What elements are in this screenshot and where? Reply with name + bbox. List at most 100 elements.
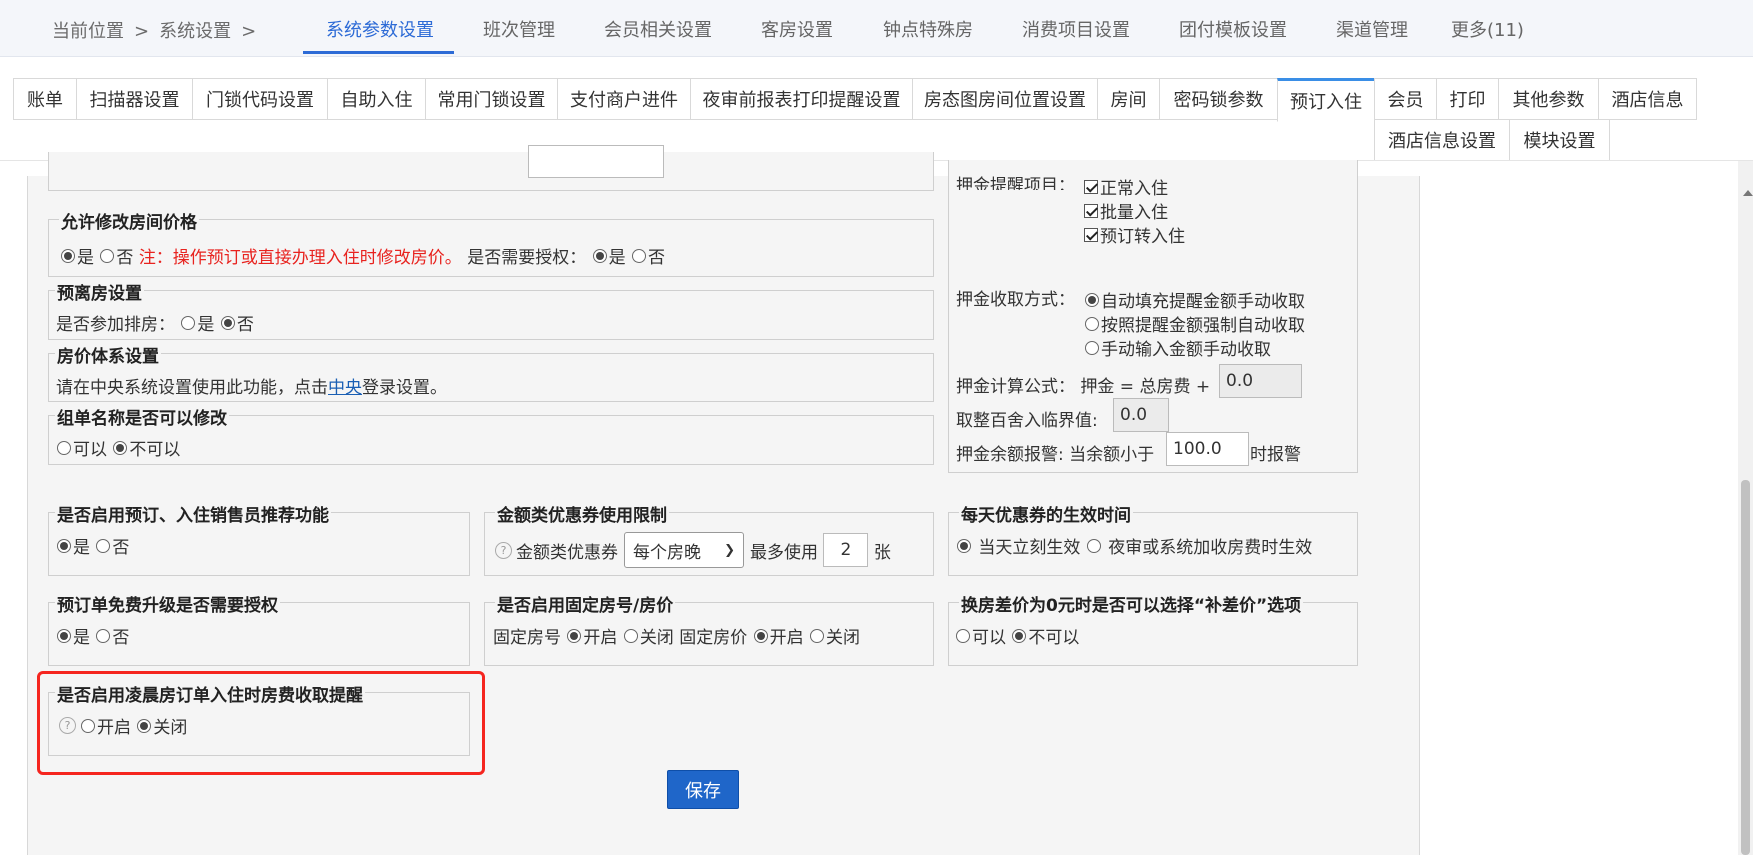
- pre-checkout-yes-radio[interactable]: [181, 315, 196, 330]
- scrolled-input[interactable]: [528, 145, 664, 178]
- help-icon[interactable]: ?: [495, 541, 512, 559]
- topnav-system-params[interactable]: 系统参数设置: [326, 16, 434, 42]
- tab-hotel-info-settings[interactable]: 酒店信息设置: [1374, 119, 1510, 161]
- pre-checkout-label: 是否参加排房：: [56, 315, 175, 335]
- coupon-limit-title: 金额类优惠券使用限制: [495, 501, 669, 526]
- price-edit-no-label: 否: [116, 248, 134, 268]
- deposit-method-auto-fill-radio[interactable]: [1085, 292, 1099, 307]
- price-edit-note: 注：操作预订或直接办理入住时修改房价。: [138, 248, 462, 268]
- deposit-method-force-label: 按照提醒金额强制自动收取: [1101, 316, 1305, 336]
- upgrade-auth-no-radio[interactable]: [96, 628, 111, 643]
- price-auth-no-radio[interactable]: [632, 248, 647, 263]
- topnav-shifts[interactable]: 班次管理: [483, 16, 555, 42]
- group-name-no-radio[interactable]: [113, 440, 128, 455]
- breadcrumb-system-settings[interactable]: 系统设置: [159, 21, 231, 42]
- pre-checkout-yes-label: 是: [197, 315, 215, 335]
- upgrade-auth-title: 预订单免费升级是否需要授权: [55, 591, 280, 616]
- salesman-title: 是否启用预订、入住销售员推荐功能: [55, 501, 331, 526]
- tab-room-map-position[interactable]: 房态图房间位置设置: [912, 78, 1098, 120]
- top-bar: 当前位置 > 系统设置 > 系统参数设置 班次管理 会员相关设置 客房设置 钟点特殊房…: [0, 0, 1753, 57]
- tab-payment-merchant[interactable]: 支付商户进件: [557, 78, 691, 120]
- balance-alert-input[interactable]: 100.0: [1166, 432, 1249, 466]
- active-nav-underline: [303, 51, 454, 54]
- tab-bill[interactable]: 账单: [13, 78, 77, 120]
- fixed-room-label: 固定房号: [493, 628, 561, 648]
- fixed-price-on-radio[interactable]: [753, 628, 768, 643]
- topnav-member-settings[interactable]: 会员相关设置: [604, 16, 712, 42]
- tab-self-checkin[interactable]: 自助入住: [327, 78, 426, 120]
- pre-checkout-no-radio[interactable]: [220, 315, 235, 330]
- topnav-more[interactable]: 更多(11): [1451, 16, 1524, 42]
- deposit-item-batch-label: 批量入住: [1100, 203, 1168, 223]
- scrolled-setting-box: [48, 152, 934, 191]
- balance-alert-row: 押金余额报警: 当余额小于: [956, 440, 1154, 465]
- deposit-formula-row: 押金计算公式： 押金 = 总房费 +: [956, 372, 1210, 397]
- topnav-room-settings[interactable]: 客房设置: [761, 16, 833, 42]
- zero-diff-yes-label: 可以: [972, 628, 1006, 648]
- round-threshold-input[interactable]: 0.0: [1113, 398, 1169, 432]
- coupon-period-select[interactable]: 每个房晚 ❯: [624, 532, 744, 568]
- fixed-room-on-radio[interactable]: [567, 628, 582, 643]
- balance-alert-after: 时报警: [1250, 445, 1301, 465]
- price-auth-yes-radio[interactable]: [592, 248, 607, 263]
- save-button[interactable]: 保存: [667, 770, 739, 809]
- daily-coupon-night-audit-radio[interactable]: [1086, 538, 1101, 553]
- breadcrumb-separator: >: [241, 21, 257, 42]
- topnav-channels[interactable]: 渠道管理: [1336, 16, 1408, 42]
- scrollbar-thumb[interactable]: [1741, 480, 1750, 855]
- fixed-room-title: 是否启用固定房号/房价: [495, 591, 676, 616]
- tab-rooms[interactable]: 房间: [1097, 78, 1160, 120]
- tab-module-settings[interactable]: 模块设置: [1509, 119, 1610, 161]
- daily-coupon-immediate-radio[interactable]: [957, 538, 971, 553]
- pre-checkout-row: 是否参加排房： 是 否: [56, 310, 254, 335]
- salesman-yes-label: 是: [73, 538, 90, 558]
- deposit-item-normal-checkbox[interactable]: [1084, 179, 1098, 194]
- price-edit-yes-label: 是: [77, 248, 94, 268]
- upgrade-auth-no-label: 否: [112, 628, 130, 648]
- deposit-method-label: 押金收取方式：: [956, 290, 1075, 310]
- fixed-room-off-label: 关闭: [639, 628, 674, 648]
- tab-hotel-info[interactable]: 酒店信息: [1598, 78, 1697, 120]
- fixed-room-on-label: 开启: [583, 628, 618, 648]
- salesman-yes-radio[interactable]: [57, 538, 71, 553]
- deposit-method-manual-label: 手动输入金额手动收取: [1101, 340, 1271, 360]
- fixed-room-off-radio[interactable]: [623, 628, 638, 643]
- price-edit-no-radio[interactable]: [100, 248, 115, 263]
- coupon-max-input[interactable]: 2: [823, 533, 869, 567]
- tab-other-params[interactable]: 其他参数: [1498, 78, 1599, 120]
- balance-alert-label: 押金余额报警:: [956, 445, 1064, 465]
- salesman-no-radio[interactable]: [96, 538, 111, 553]
- daily-coupon-immediate-label: 当天立刻生效: [978, 538, 1081, 558]
- tab-night-audit-print[interactable]: 夜审前报表打印提醒设置: [690, 78, 913, 120]
- tab-member[interactable]: 会员: [1374, 78, 1437, 120]
- tab-print[interactable]: 打印: [1436, 78, 1499, 120]
- price-edit-yes-radio[interactable]: [61, 248, 75, 263]
- topnav-hourly-rooms[interactable]: 钟点特殊房: [883, 16, 973, 42]
- zero-diff-no-radio[interactable]: [1012, 628, 1027, 643]
- deposit-item-booking: 预订转入住: [1084, 222, 1185, 247]
- tab-password-lock[interactable]: 密码锁参数: [1159, 78, 1278, 120]
- tab-lock-code[interactable]: 门锁代码设置: [192, 78, 328, 120]
- tab-scanner[interactable]: 扫描器设置: [76, 78, 193, 120]
- deposit-method-force-radio[interactable]: [1085, 316, 1099, 331]
- deposit-item-batch: 批量入住: [1084, 198, 1168, 223]
- tab-common-locks[interactable]: 常用门锁设置: [425, 78, 558, 120]
- group-name-box: 组单名称是否可以修改: [48, 404, 934, 465]
- zero-diff-yes-radio[interactable]: [956, 628, 970, 643]
- central-system-link[interactable]: 中央: [328, 373, 362, 398]
- deposit-method-manual-radio[interactable]: [1085, 340, 1099, 355]
- topnav-consumption-items[interactable]: 消费项目设置: [1022, 16, 1130, 42]
- pre-checkout-title: 预离房设置: [55, 279, 144, 304]
- fixed-price-off-radio[interactable]: [810, 628, 825, 643]
- upgrade-auth-yes-label: 是: [73, 628, 90, 648]
- topnav-group-templates[interactable]: 团付模板设置: [1179, 16, 1287, 42]
- upgrade-auth-yes-radio[interactable]: [57, 628, 71, 643]
- tab-booking-checkin[interactable]: 预订入住: [1277, 78, 1375, 122]
- group-name-yes-radio[interactable]: [57, 440, 71, 455]
- deposit-item-batch-checkbox[interactable]: [1084, 203, 1098, 218]
- scroll-up-icon[interactable]: [1743, 190, 1753, 196]
- deposit-item-booking-checkbox[interactable]: [1084, 227, 1098, 242]
- breadcrumb: 当前位置 > 系统设置 >: [52, 17, 266, 43]
- deposit-formula-input[interactable]: 0.0: [1219, 364, 1302, 398]
- fixed-price-label: 固定房价: [679, 628, 748, 648]
